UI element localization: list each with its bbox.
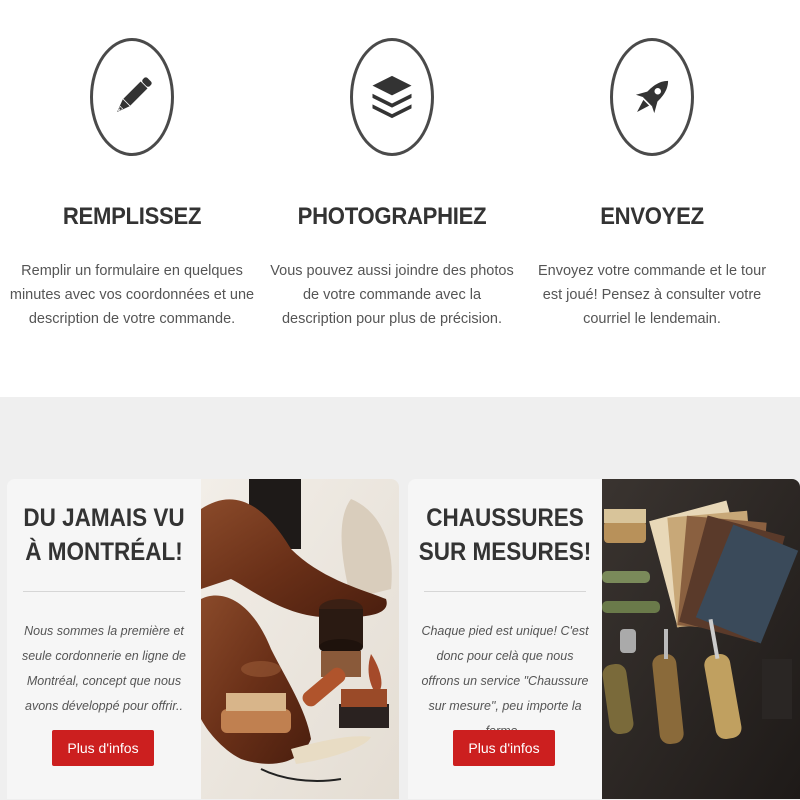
promo-title-line1: DU JAMAIS VU [23, 504, 185, 532]
step-title: PHOTOGRAPHIEZ [297, 203, 487, 230]
step-title: REMPLISSEZ [62, 203, 202, 230]
promo-text-panel: DU JAMAIS VU À MONTRÉAL! Nous sommes la … [7, 479, 201, 799]
promo-title-line1: CHAUSSURES [426, 504, 584, 532]
step-description: Envoyez votre commande et le tour est jo… [537, 263, 767, 327]
divider [23, 591, 185, 592]
layers-icon [372, 75, 412, 119]
shoemaker-tools-and-leather-swatches-photo [602, 479, 800, 799]
promo-card-custom-shoes: CHAUSSURES SUR MESURES! Chaque pied est … [408, 479, 800, 799]
step-description: Remplir un formulaire en quelques minute… [9, 263, 255, 327]
promo-title-line2: SUR MESURES! [418, 538, 592, 566]
promo-title-line2: À MONTRÉAL! [25, 538, 183, 566]
more-info-button[interactable]: Plus d'infos [52, 730, 154, 766]
step-description: Vous pouvez aussi joindre des photos de … [270, 263, 514, 327]
divider [424, 591, 586, 592]
more-info-button[interactable]: Plus d'infos [453, 730, 555, 766]
pen-icon-circle [90, 38, 174, 156]
rocket-icon [635, 80, 669, 114]
layers-icon-circle [350, 38, 434, 156]
steps-section: REMPLISSEZ Remplir un formulaire en quel… [0, 0, 800, 397]
promo-text-panel: CHAUSSURES SUR MESURES! Chaque pied est … [408, 479, 602, 799]
rocket-icon-circle [610, 38, 694, 156]
leather-shoes-and-polish-photo [201, 479, 399, 799]
promo-title: CHAUSSURES SUR MESURES! [418, 501, 593, 569]
promo-description: Nous sommes la première et seule cordonn… [21, 624, 186, 713]
promo-title: DU JAMAIS VU À MONTRÉAL! [17, 501, 192, 569]
promo-description: Chaque pied est unique! C'est donc pour … [421, 624, 589, 738]
pen-icon [117, 77, 152, 112]
promo-card-montreal: DU JAMAIS VU À MONTRÉAL! Nous sommes la … [7, 479, 399, 799]
step-title: ENVOYEZ [600, 203, 704, 230]
promo-section: DU JAMAIS VU À MONTRÉAL! Nous sommes la … [0, 397, 800, 800]
